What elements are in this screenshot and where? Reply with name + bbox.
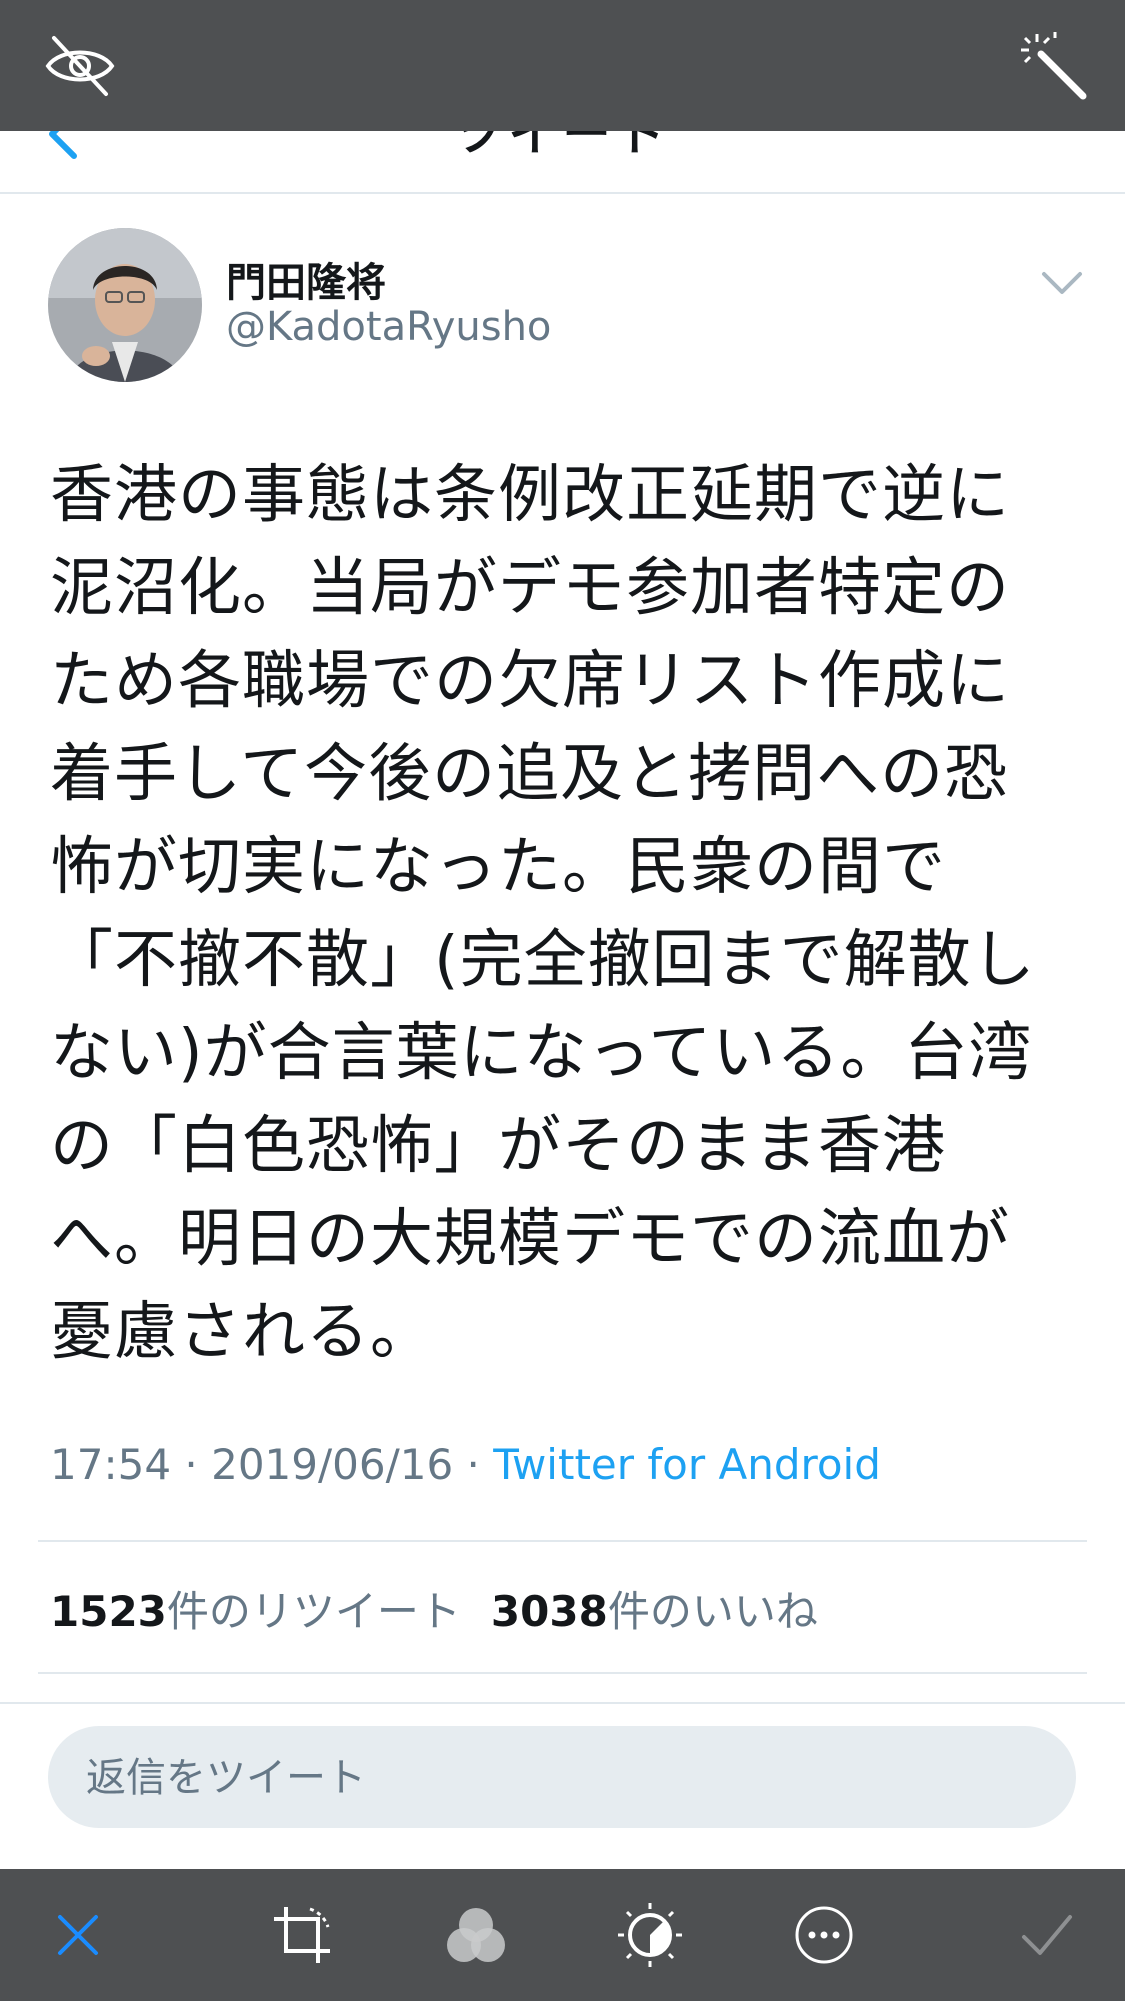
likes-count: 3038 bbox=[490, 1587, 608, 1636]
tweet-stats: 1523件のリツイート 3038件のいいね bbox=[50, 1578, 818, 1639]
editor-bottom-toolbar bbox=[0, 1869, 1125, 2001]
retweets-count: 1523 bbox=[50, 1587, 167, 1636]
hidden-eye-icon[interactable] bbox=[42, 28, 118, 104]
likes-label: 件のいいね bbox=[607, 1587, 818, 1636]
reply-input[interactable] bbox=[84, 1726, 1048, 1830]
reply-box[interactable] bbox=[48, 1726, 1076, 1830]
meta-separator: · bbox=[171, 1440, 212, 1489]
likes-stat[interactable]: 3038件のいいね bbox=[491, 1587, 818, 1636]
adjust-icon[interactable] bbox=[616, 1901, 684, 1969]
tweet-text: 香港の事態は条例改正延期で逆に 泥沼化。当局がデモ参加者特定の ため各職場での欠… bbox=[50, 458, 1036, 1368]
divider bbox=[38, 1540, 1087, 1542]
divider bbox=[38, 1672, 1087, 1674]
crop-icon[interactable] bbox=[268, 1901, 336, 1969]
editor-top-bar bbox=[0, 0, 1125, 131]
close-icon[interactable] bbox=[44, 1901, 112, 1969]
tweet-time: 17:54 bbox=[50, 1440, 172, 1489]
magic-wand-icon[interactable] bbox=[1015, 28, 1091, 104]
filters-icon[interactable] bbox=[442, 1901, 510, 1969]
tweet-date: 2019/06/16 bbox=[211, 1440, 454, 1489]
avatar[interactable] bbox=[48, 228, 202, 382]
tweet-meta: 17:54 · 2019/06/16 · Twitter for Android bbox=[50, 1440, 881, 1489]
meta-separator: · bbox=[453, 1440, 494, 1489]
done-icon[interactable] bbox=[1012, 1901, 1080, 1969]
avatar-photo bbox=[48, 228, 202, 382]
author-name[interactable]: 門田隆将 bbox=[226, 250, 386, 308]
retweets-stat[interactable]: 1523件のリツイート bbox=[50, 1587, 461, 1636]
author-handle[interactable]: @KadotaRyusho bbox=[226, 304, 551, 350]
retweets-label: 件のリツイート bbox=[166, 1587, 461, 1636]
tweet-source-link[interactable]: Twitter for Android bbox=[493, 1440, 881, 1489]
more-icon[interactable] bbox=[790, 1901, 858, 1969]
chevron-down-icon[interactable] bbox=[1040, 268, 1084, 298]
divider bbox=[0, 1702, 1125, 1704]
